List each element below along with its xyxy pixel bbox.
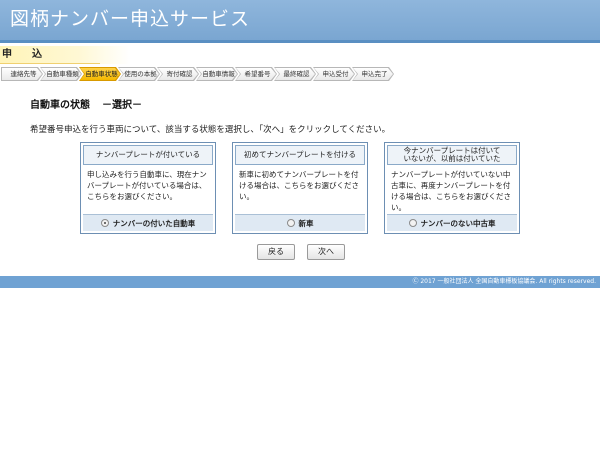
option-heading: ナンバープレートが付いている <box>83 145 213 165</box>
step-vehicle-type: 自動車種類 <box>40 67 82 81</box>
step-label: 最終確認 <box>275 68 315 80</box>
page-title-text: 自動車の状態 <box>30 100 90 111</box>
step-label: 使用の本拠 <box>119 68 159 80</box>
option-radio-label: ナンバーの付いた自動車 <box>112 219 196 228</box>
step-label: 自動車情報 <box>197 68 237 80</box>
page-subtitle: －選択－ <box>102 100 142 111</box>
step-application-complete: 申込完了 <box>352 67 394 81</box>
step-vehicle-info: 自動車情報 <box>196 67 238 81</box>
radio-unchecked-icon[interactable] <box>408 219 417 227</box>
copyright-text: Ⓒ 2017 一般社団法人 全国自動車標板協議会. All rights res… <box>412 278 596 285</box>
step-desired-number: 希望番号 <box>235 67 277 81</box>
option-radio-used-no-plate[interactable]: ナンバーのない中古車 <box>387 214 517 231</box>
back-button[interactable]: 戻る <box>257 244 295 260</box>
option-heading: 初めてナンバープレートを付ける <box>235 145 365 165</box>
option-card-used-no-plate[interactable]: 今ナンバープレートは付いて いないが、以前は付いていた ナンバープレートが付いて… <box>384 142 520 234</box>
option-description: ナンバープレートが付いていない中古車に、再度ナンバープレートを付ける場合は、こち… <box>391 170 511 212</box>
option-heading-line2: いないが、以前は付いていた <box>403 154 501 163</box>
option-radio-label: ナンバーのない中古車 <box>420 219 496 228</box>
step-contact: 連絡先等 <box>1 67 43 81</box>
option-radio-new-car[interactable]: 新車 <box>235 214 365 231</box>
radio-checked-icon[interactable] <box>100 219 109 227</box>
option-description: 新車に初めてナンバープレートを付ける場合は、こちらをお選びください。 <box>239 170 359 201</box>
footer-bar: Ⓒ 2017 一般社団法人 全国自動車標板協議会. All rights res… <box>0 276 600 288</box>
section-underline <box>0 63 100 64</box>
step-label: 連絡先等 <box>2 68 42 80</box>
step-label: 寄付確認 <box>158 68 198 80</box>
option-card-with-plate[interactable]: ナンバープレートが付いている 申し込みを行う自動車に、現在ナンバープレートが付い… <box>80 142 216 234</box>
step-final-confirm: 最終確認 <box>274 67 316 81</box>
option-radio-label: 新車 <box>298 219 314 228</box>
step-vehicle-status: 自動車状態 <box>79 67 121 81</box>
section-label: 申 込 <box>0 46 130 64</box>
step-label: 申込受付 <box>314 68 354 80</box>
app-title: 図柄ナンバー申込サービス <box>10 8 251 30</box>
option-card-new-car[interactable]: 初めてナンバープレートを付ける 新車に初めてナンバープレートを付ける場合は、こち… <box>232 142 368 234</box>
instruction-text: 希望番号申込を行う車両について、該当する状態を選択し、「次へ」をクリックしてくだ… <box>30 125 391 135</box>
step-donation-confirm: 寄付確認 <box>157 67 199 81</box>
page-title: 自動車の状態 －選択－ <box>30 96 142 111</box>
step-label: 申込完了 <box>353 68 393 80</box>
step-label: 自動車状態 <box>80 68 120 80</box>
step-application-received: 申込受付 <box>313 67 355 81</box>
radio-unchecked-icon[interactable] <box>286 219 295 227</box>
step-label: 自動車種類 <box>41 68 81 80</box>
header-divider <box>0 40 600 43</box>
app-header: 図柄ナンバー申込サービス <box>0 0 600 40</box>
step-base-of-use: 使用の本拠 <box>118 67 160 81</box>
option-description: 申し込みを行う自動車に、現在ナンバープレートが付いている場合は、こちらをお選びく… <box>87 170 207 201</box>
next-button[interactable]: 次へ <box>307 244 345 260</box>
step-label: 希望番号 <box>236 68 276 80</box>
option-radio-with-plate[interactable]: ナンバーの付いた自動車 <box>83 214 213 231</box>
option-heading: 今ナンバープレートは付いて いないが、以前は付いていた <box>387 145 517 165</box>
